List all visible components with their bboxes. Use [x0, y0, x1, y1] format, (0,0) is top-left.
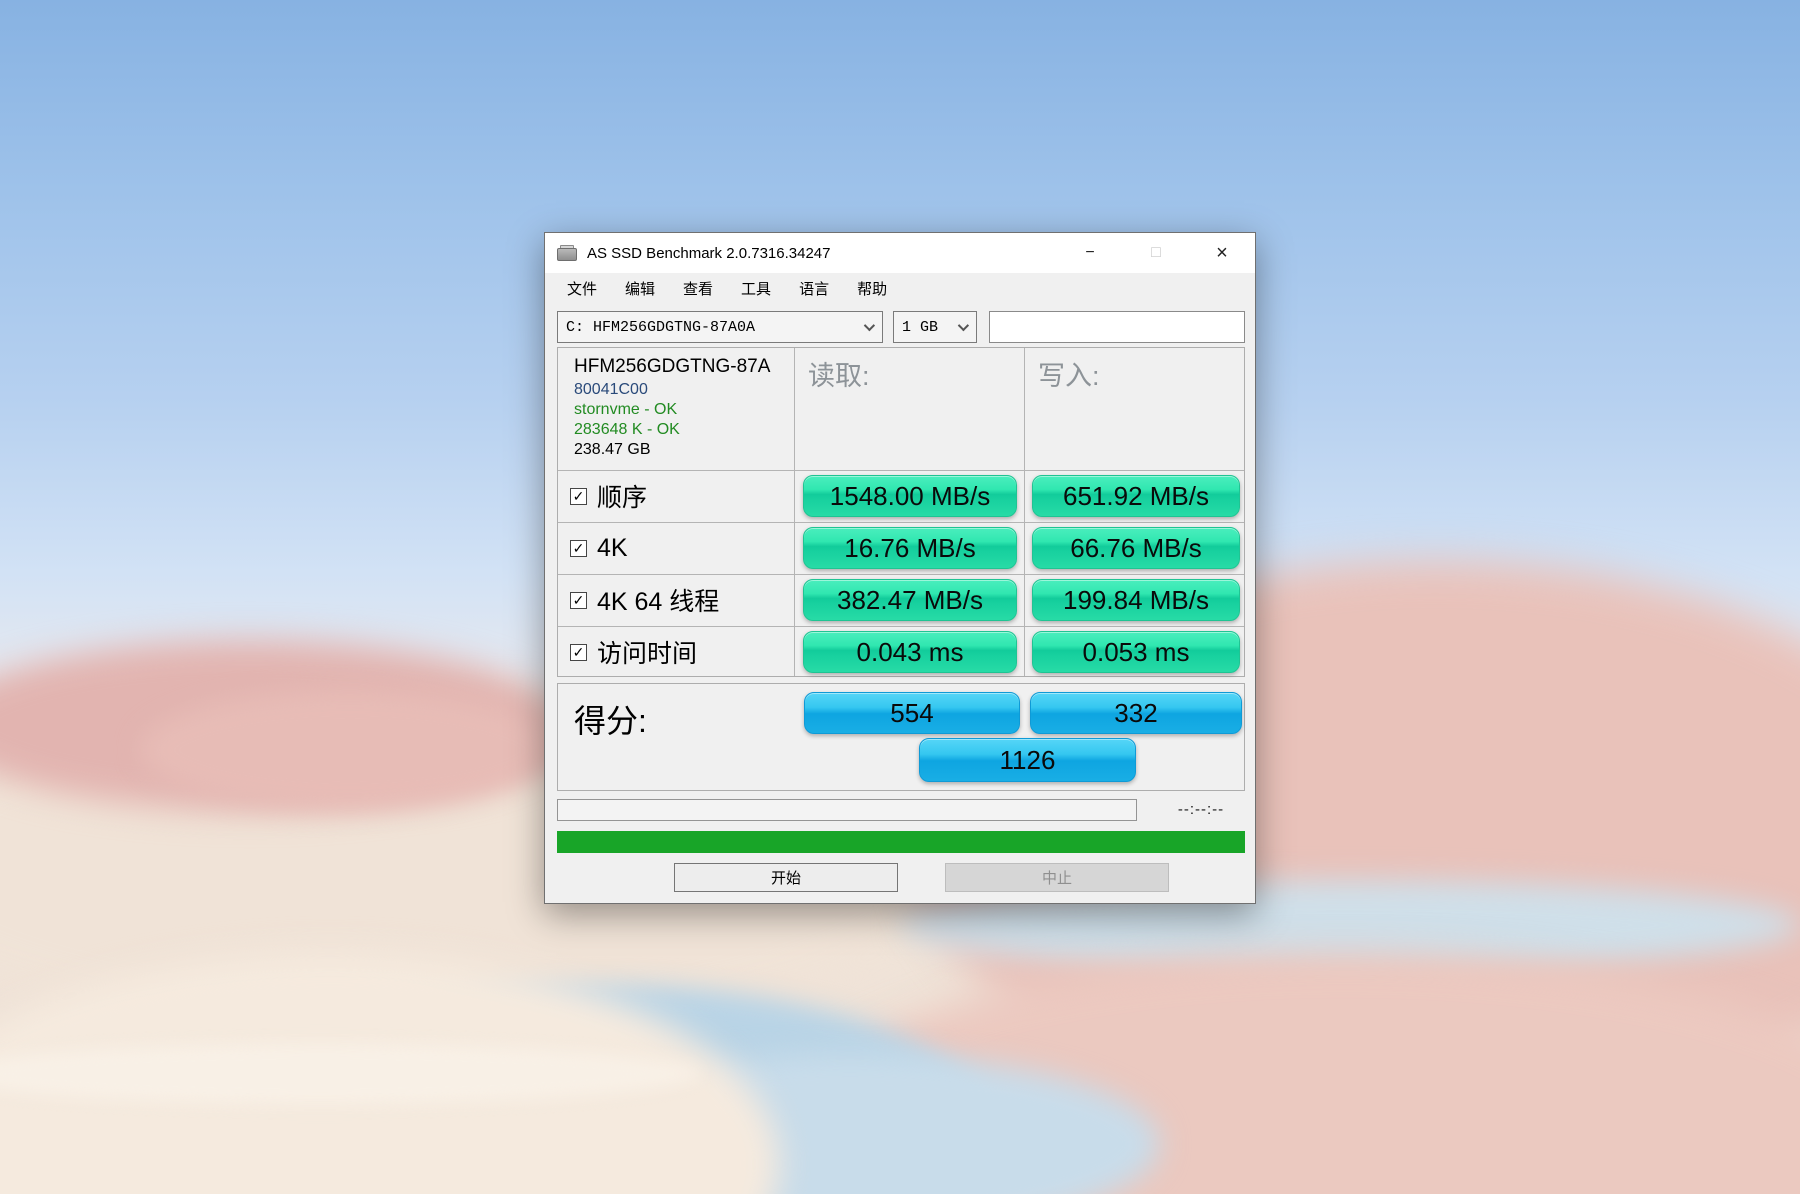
row-label: 4K 64 线程 — [597, 588, 720, 616]
drive-info-panel: HFM256GDGTNG-87A 80041C00 stornvme - OK … — [558, 348, 794, 470]
row-label: 顺序 — [597, 484, 648, 512]
row-label: 访问时间 — [597, 640, 698, 668]
start-button[interactable]: 开始 — [674, 863, 898, 892]
4k64-write-value: 199.84 MB/s — [1032, 579, 1240, 621]
score-label: 得分: — [574, 703, 647, 739]
access-time-write-value: 0.053 ms — [1032, 631, 1240, 673]
drive-select-value: C: HFM256GDGTNG-87A0A — [566, 318, 756, 336]
access-time-read-value: 0.043 ms — [803, 631, 1017, 673]
read-column-header: 读取: — [808, 361, 870, 391]
drive-capacity: 238.47 GB — [574, 441, 651, 458]
time-display: --:--:-- — [1177, 801, 1225, 818]
4k64-checkbox[interactable]: ✓ — [570, 591, 587, 609]
drive-firmware: 80041C00 — [574, 381, 648, 398]
menu-item-tools[interactable]: 工具 — [727, 273, 785, 307]
menu-item-language[interactable]: 语言 — [785, 273, 843, 307]
read-score: 554 — [804, 692, 1020, 734]
4k-write-value: 66.76 MB/s — [1032, 527, 1240, 569]
window-title: AS SSD Benchmark 2.0.7316.34247 — [587, 244, 831, 262]
4k64-read-value: 382.47 MB/s — [803, 579, 1017, 621]
menubar: 文件 编辑 查看 工具 语言 帮助 — [545, 273, 1255, 307]
menu-item-edit[interactable]: 编辑 — [611, 273, 669, 307]
table-row-sequential: ✓ 顺序 1548.00 MB/s 651.92 MB/s — [558, 470, 1244, 522]
4k-read-value: 16.76 MB/s — [803, 527, 1017, 569]
desktop-background: AS SSD Benchmark 2.0.7316.34247 − □ × 文件… — [0, 0, 1800, 1194]
driver-status: stornvme - OK — [574, 401, 678, 418]
menu-item-help[interactable]: 帮助 — [843, 273, 901, 307]
write-column-header: 写入: — [1038, 361, 1100, 391]
access-time-checkbox[interactable]: ✓ — [570, 643, 587, 661]
score-section: 得分: 554 332 1126 — [557, 683, 1245, 791]
test-size-select[interactable]: 1 GB — [893, 311, 977, 343]
4k-checkbox[interactable]: ✓ — [570, 539, 587, 557]
menu-item-file[interactable]: 文件 — [553, 273, 611, 307]
aux-field[interactable] — [989, 311, 1245, 343]
sequential-write-value: 651.92 MB/s — [1032, 475, 1240, 517]
close-button[interactable]: × — [1189, 233, 1255, 273]
alignment-status: 283648 K - OK — [574, 421, 680, 438]
test-size-value: 1 GB — [902, 318, 939, 336]
drive-model: HFM256GDGTNG-87A — [574, 356, 771, 377]
progress-bar — [557, 799, 1137, 821]
table-row-4k64: ✓ 4K 64 线程 382.47 MB/s 199.84 MB/s — [558, 574, 1244, 626]
sequential-read-value: 1548.00 MB/s — [803, 475, 1017, 517]
write-score: 332 — [1030, 692, 1242, 734]
results-table: HFM256GDGTNG-87A 80041C00 stornvme - OK … — [557, 347, 1245, 677]
table-row-4k: ✓ 4K 16.76 MB/s 66.76 MB/s — [558, 522, 1244, 574]
pink-foliage-left-small — [140, 690, 560, 810]
drive-select[interactable]: C: HFM256GDGTNG-87A0A — [557, 311, 883, 343]
titlebar: AS SSD Benchmark 2.0.7316.34247 − □ × — [545, 233, 1255, 273]
chevron-down-icon — [863, 319, 876, 332]
as-ssd-benchmark-window: AS SSD Benchmark 2.0.7316.34247 − □ × 文件… — [544, 232, 1256, 904]
row-label: 4K — [597, 533, 628, 562]
table-row-access-time: ✓ 访问时间 0.043 ms 0.053 ms — [558, 626, 1244, 678]
overall-progress-bar — [557, 831, 1245, 853]
minimize-button[interactable]: − — [1057, 233, 1123, 273]
total-score: 1126 — [919, 738, 1136, 782]
toolbar: C: HFM256GDGTNG-87A0A 1 GB — [545, 311, 1255, 345]
abort-button[interactable]: 中止 — [945, 863, 1169, 892]
menu-item-view[interactable]: 查看 — [669, 273, 727, 307]
drive-icon — [557, 245, 577, 261]
sequential-checkbox[interactable]: ✓ — [570, 487, 587, 505]
chevron-down-icon — [957, 319, 970, 332]
maximize-button[interactable]: □ — [1123, 233, 1189, 273]
